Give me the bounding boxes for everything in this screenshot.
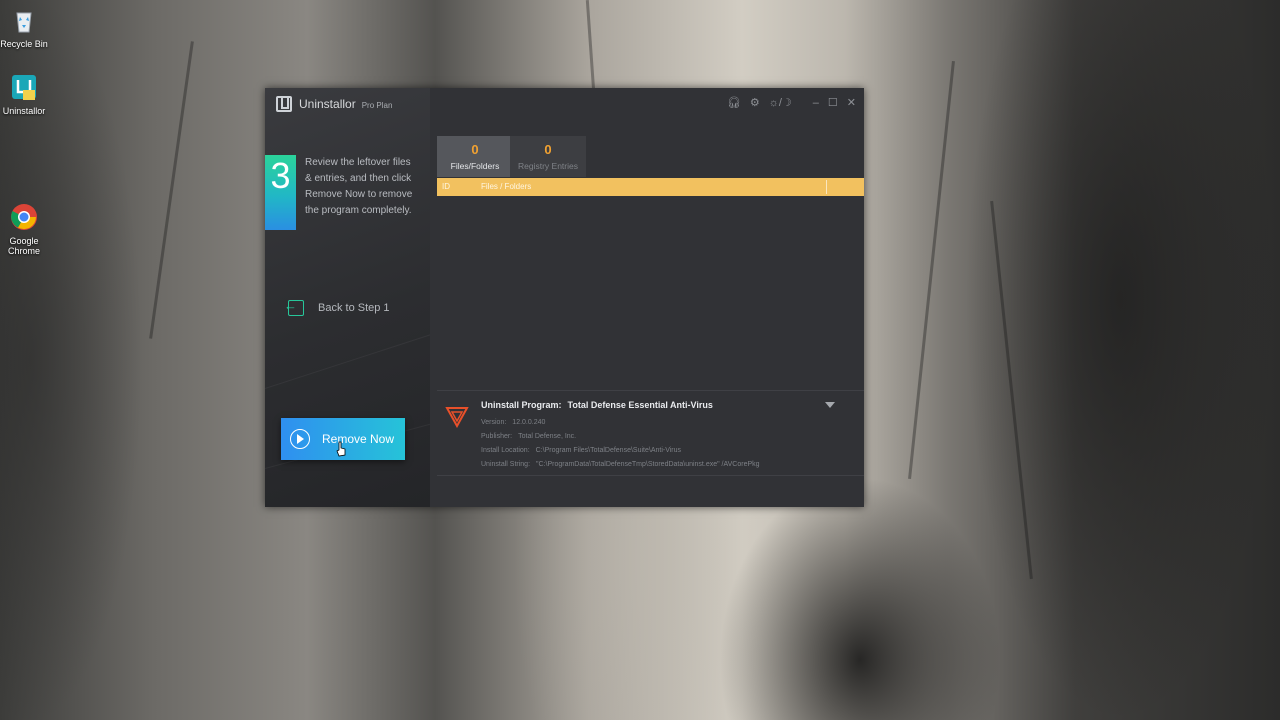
uninstallor-icon xyxy=(12,75,36,100)
back-label: Back to Step 1 xyxy=(318,302,390,314)
publisher-line: Publisher: Total Defense, Inc. xyxy=(481,430,760,444)
uninstallor-window: Uninstallor Pro Plan 3 Review the leftov… xyxy=(264,88,864,507)
publisher-label: Publisher: xyxy=(481,433,513,440)
back-to-step-1-link[interactable]: Back to Step 1 xyxy=(284,298,390,316)
version-line: Version: 12.0.0.240 xyxy=(481,416,760,430)
titlebar-controls: 🎧︎ ⚙ ☼/☽ – ☐ ✕ xyxy=(727,97,856,109)
result-tabs: 0 Files/Folders 0 Registry Entries xyxy=(437,136,586,177)
uninstallor-logo-icon xyxy=(276,96,292,112)
plan-label: Pro Plan xyxy=(361,101,393,110)
recycle-bin-icon xyxy=(16,12,32,33)
step-number-badge: 3 xyxy=(265,155,296,230)
files-list[interactable] xyxy=(437,196,864,390)
sidebar-decor xyxy=(264,332,437,389)
remove-now-label: Remove Now xyxy=(322,432,395,446)
program-title-label: Uninstall Program: xyxy=(481,400,562,410)
divider xyxy=(437,475,864,476)
column-header-files[interactable]: Files / Folders xyxy=(481,178,531,196)
gear-icon[interactable]: ⚙ xyxy=(750,97,760,109)
desktop-icon-label: Uninstallor xyxy=(2,106,46,116)
program-details: Uninstall Program: Total Defense Essentia… xyxy=(481,400,760,472)
desktop-icon-label: Recycle Bin xyxy=(0,39,48,49)
hand-cursor-icon xyxy=(336,441,346,457)
tab-count: 0 xyxy=(471,142,479,157)
column-separator xyxy=(826,180,827,194)
chrome-icon xyxy=(11,204,37,230)
uninstall-string-label: Uninstall String: xyxy=(481,461,531,468)
play-arrow-icon xyxy=(290,429,310,449)
wallpaper-detail xyxy=(908,60,955,480)
install-location-line: Install Location: C:\Program Files\TotalD… xyxy=(481,444,760,458)
app-logo: Uninstallor Pro Plan xyxy=(276,96,392,112)
tab-registry-entries[interactable]: 0 Registry Entries xyxy=(510,136,586,177)
uninstall-string-line: Uninstall String: "C:\ProgramData\TotalDe… xyxy=(481,458,760,472)
desktop-icon-recycle-bin[interactable]: Recycle Bin xyxy=(0,5,52,49)
wallpaper-detail xyxy=(990,200,1033,580)
tab-files-folders[interactable]: 0 Files/Folders xyxy=(437,136,513,177)
install-location-label: Install Location: xyxy=(481,447,530,454)
app-name: Uninstallor xyxy=(299,97,356,111)
publisher-value: Total Defense, Inc. xyxy=(518,433,577,440)
sidebar: Uninstallor Pro Plan 3 Review the leftov… xyxy=(264,88,439,507)
uninstall-string-value: "C:\ProgramData\TotalDefenseTmp\StoredDa… xyxy=(536,461,760,468)
total-defense-logo-icon xyxy=(445,407,469,428)
wallpaper-detail xyxy=(149,41,194,339)
tab-label: Registry Entries xyxy=(518,161,578,171)
desktop-icon-google-chrome[interactable]: Google Chrome xyxy=(0,202,52,256)
tab-count: 0 xyxy=(544,142,552,157)
minimize-icon[interactable]: – xyxy=(813,97,819,109)
desktop-icon-uninstallor[interactable]: Uninstallor xyxy=(0,72,52,116)
main-panel: 🎧︎ ⚙ ☼/☽ – ☐ ✕ 0 Files/Folders 0 Registr… xyxy=(430,88,864,507)
tab-label: Files/Folders xyxy=(450,161,500,171)
version-value: 12.0.0.240 xyxy=(512,419,546,426)
list-header: ID Files / Folders xyxy=(437,178,864,196)
program-name: Total Defense Essential Anti-Virus xyxy=(567,400,713,410)
divider xyxy=(437,390,864,391)
program-title: Uninstall Program: Total Defense Essentia… xyxy=(481,400,760,410)
close-icon[interactable]: ✕ xyxy=(847,97,856,109)
headset-icon[interactable]: 🎧︎ xyxy=(727,97,741,109)
version-label: Version: xyxy=(481,419,507,426)
desktop-icon-label: Google Chrome xyxy=(7,236,40,256)
step-instructions: Review the leftover files & entries, and… xyxy=(305,157,413,216)
install-location-value: C:\Program Files\TotalDefense\Suite\Anti… xyxy=(535,447,682,454)
theme-toggle-icon[interactable]: ☼/☽ xyxy=(769,97,792,109)
back-arrow-icon xyxy=(284,298,304,316)
expand-chevron-icon[interactable] xyxy=(825,402,835,408)
column-header-id[interactable]: ID xyxy=(442,178,450,196)
maximize-icon[interactable]: ☐ xyxy=(828,97,838,109)
